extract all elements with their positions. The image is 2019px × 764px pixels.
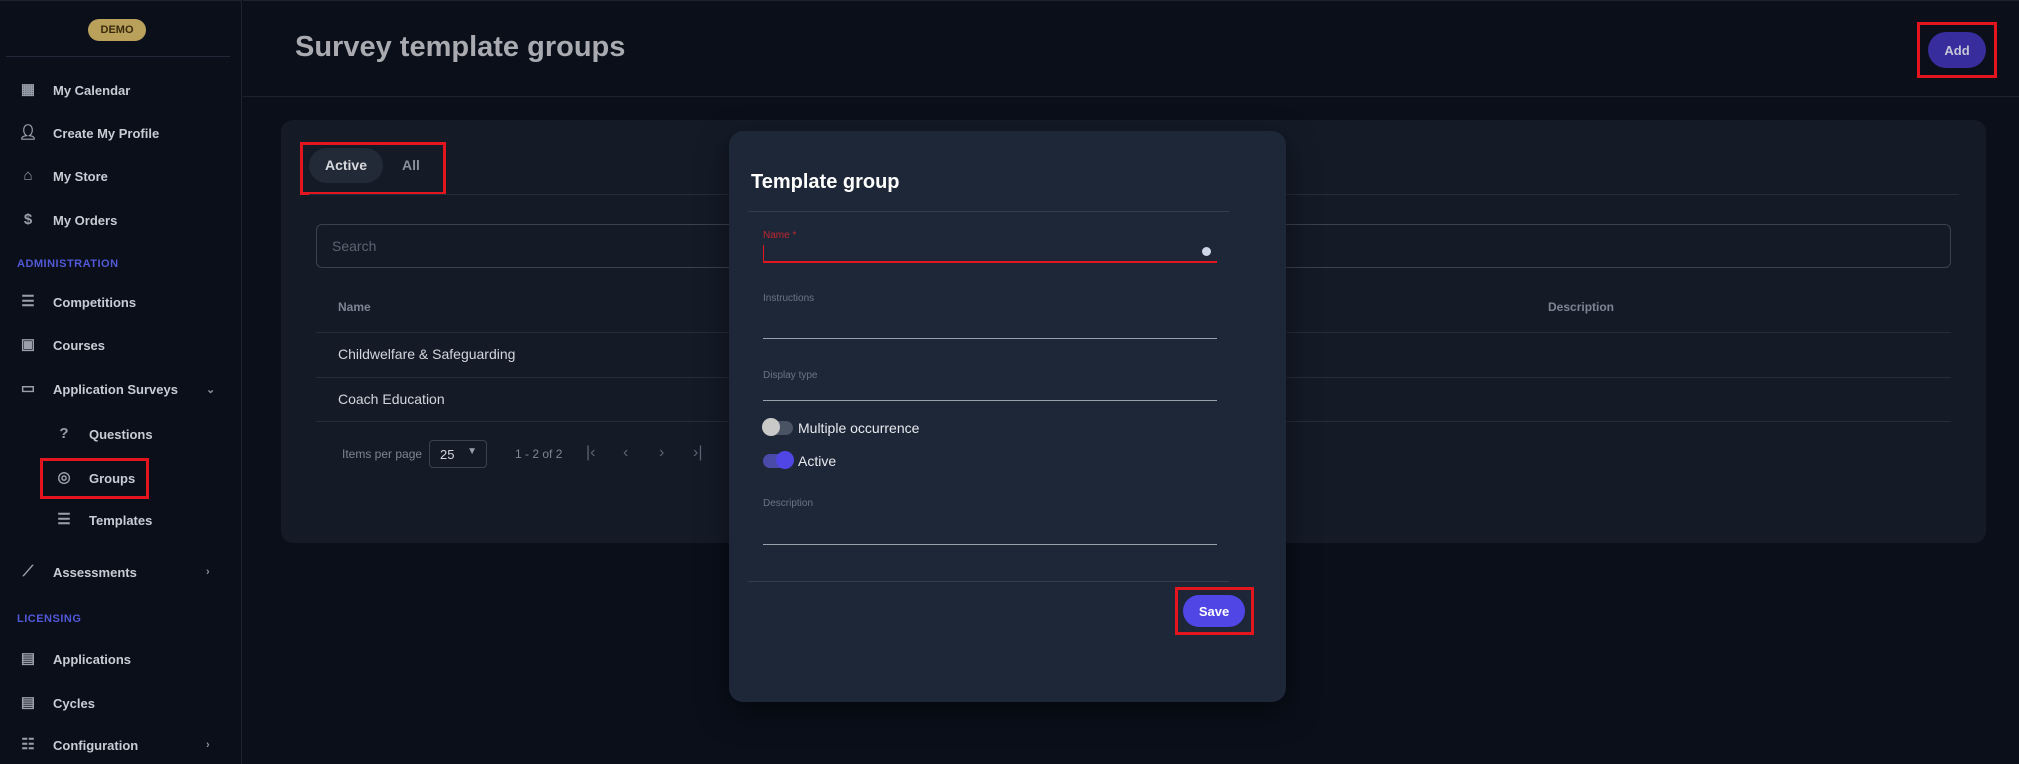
question-icon: ?	[59, 425, 69, 442]
chat-icon: ▭	[20, 380, 36, 397]
sidebar-item-competitions[interactable]: ☰ Competitions	[0, 285, 242, 319]
divider	[6, 56, 230, 57]
display-type-underline	[763, 400, 1217, 401]
receipt-icon: $	[23, 211, 33, 228]
first-page-icon[interactable]: |‹	[586, 444, 595, 462]
display-type-select[interactable]	[763, 381, 1217, 400]
instructions-label: Instructions	[763, 293, 815, 304]
instructions-input[interactable]	[763, 306, 1217, 338]
description-input[interactable]	[763, 511, 1217, 544]
highlight-box	[1917, 22, 1997, 78]
display-type-label: Display type	[763, 370, 818, 381]
sidebar-item-application-surveys[interactable]: ▭ Application Surveys ⌄	[0, 372, 242, 406]
table-row[interactable]: Coach Education	[338, 391, 445, 407]
sidebar-item-questions[interactable]: ? Questions	[0, 417, 242, 451]
sidebar-item-my-store[interactable]: ⌂ My Store	[0, 159, 242, 193]
page-header: Survey template groups Add	[243, 0, 2019, 97]
sidebar-item-templates[interactable]: ☰ Templates	[0, 503, 242, 537]
dialog-title: Template group	[751, 171, 900, 193]
column-header-name[interactable]: Name	[338, 300, 371, 314]
toggle-knob	[776, 451, 794, 469]
store-icon: ⌂	[23, 167, 33, 184]
section-licensing: LICENSING	[17, 613, 82, 625]
items-per-page-label: Items per page	[342, 447, 423, 461]
chart-icon: ⟋	[22, 563, 34, 580]
list-icon: ☰	[57, 511, 71, 528]
active-label: Active	[798, 453, 837, 469]
page-size-value: 25	[440, 447, 455, 462]
sidebar: DEMO ▦ My Calendar 👤︎ Create My Profile ⌂ M…	[0, 0, 242, 764]
calendar-icon: ▦	[20, 81, 36, 98]
toggle-knob	[762, 418, 780, 436]
sidebar-item-cycles[interactable]: ▤ Cycles	[0, 686, 242, 720]
name-label: Name *	[763, 230, 797, 241]
page-size-select[interactable]: 25 ▼	[429, 440, 487, 468]
multiple-occurrence-label: Multiple occurrence	[798, 420, 920, 436]
active-toggle[interactable]	[763, 451, 794, 469]
sidebar-item-my-calendar[interactable]: ▦ My Calendar	[0, 73, 242, 107]
section-administration: ADMINISTRATION	[17, 258, 119, 270]
page-title: Survey template groups	[295, 31, 626, 63]
page-range: 1 - 2 of 2	[515, 447, 563, 461]
sidebar-item-configuration[interactable]: ☷ Configuration ›	[0, 728, 242, 762]
description-underline	[763, 544, 1217, 545]
sidebar-item-create-my-profile[interactable]: 👤︎ Create My Profile	[0, 116, 242, 150]
table-row[interactable]: Childwelfare & Safeguarding	[338, 346, 515, 362]
divider	[748, 581, 1229, 582]
highlight-box	[40, 458, 149, 499]
user-icon: 👤︎	[18, 124, 38, 141]
sliders-icon: ☷	[21, 736, 35, 753]
table-icon: ☰	[21, 293, 35, 310]
chevron-down-icon: ⌄	[206, 383, 216, 396]
sidebar-item-applications[interactable]: ▤ Applications	[0, 642, 242, 676]
password-manager-icon[interactable]	[1202, 247, 1211, 256]
highlight-box	[300, 142, 446, 195]
sidebar-item-assessments[interactable]: ⟋ Assessments ›	[0, 555, 242, 589]
next-page-icon[interactable]: ›	[659, 444, 664, 462]
calendar-list-icon: ▤	[20, 694, 36, 711]
calendar-icon: ▣	[20, 336, 36, 353]
prev-page-icon[interactable]: ‹	[623, 444, 628, 462]
divider	[748, 211, 1229, 212]
name-underline	[763, 261, 1217, 263]
chevron-right-icon: ›	[206, 566, 210, 578]
multiple-occurrence-toggle[interactable]	[762, 418, 793, 436]
template-group-dialog: Template group Name * Instructions Displ…	[729, 131, 1286, 702]
chevron-right-icon: ›	[206, 739, 210, 751]
demo-badge: DEMO	[88, 19, 146, 41]
highlight-box	[1175, 587, 1254, 635]
name-input[interactable]	[763, 245, 1217, 262]
calendar-list-icon: ▤	[20, 650, 36, 667]
description-label: Description	[763, 498, 814, 509]
last-page-icon[interactable]: ›|	[693, 444, 702, 462]
instructions-underline	[763, 338, 1217, 339]
column-header-description[interactable]: Description	[1548, 300, 1614, 314]
sidebar-item-courses[interactable]: ▣ Courses	[0, 328, 242, 362]
caret-down-icon: ▼	[467, 446, 477, 457]
sidebar-item-my-orders[interactable]: $ My Orders	[0, 203, 242, 237]
